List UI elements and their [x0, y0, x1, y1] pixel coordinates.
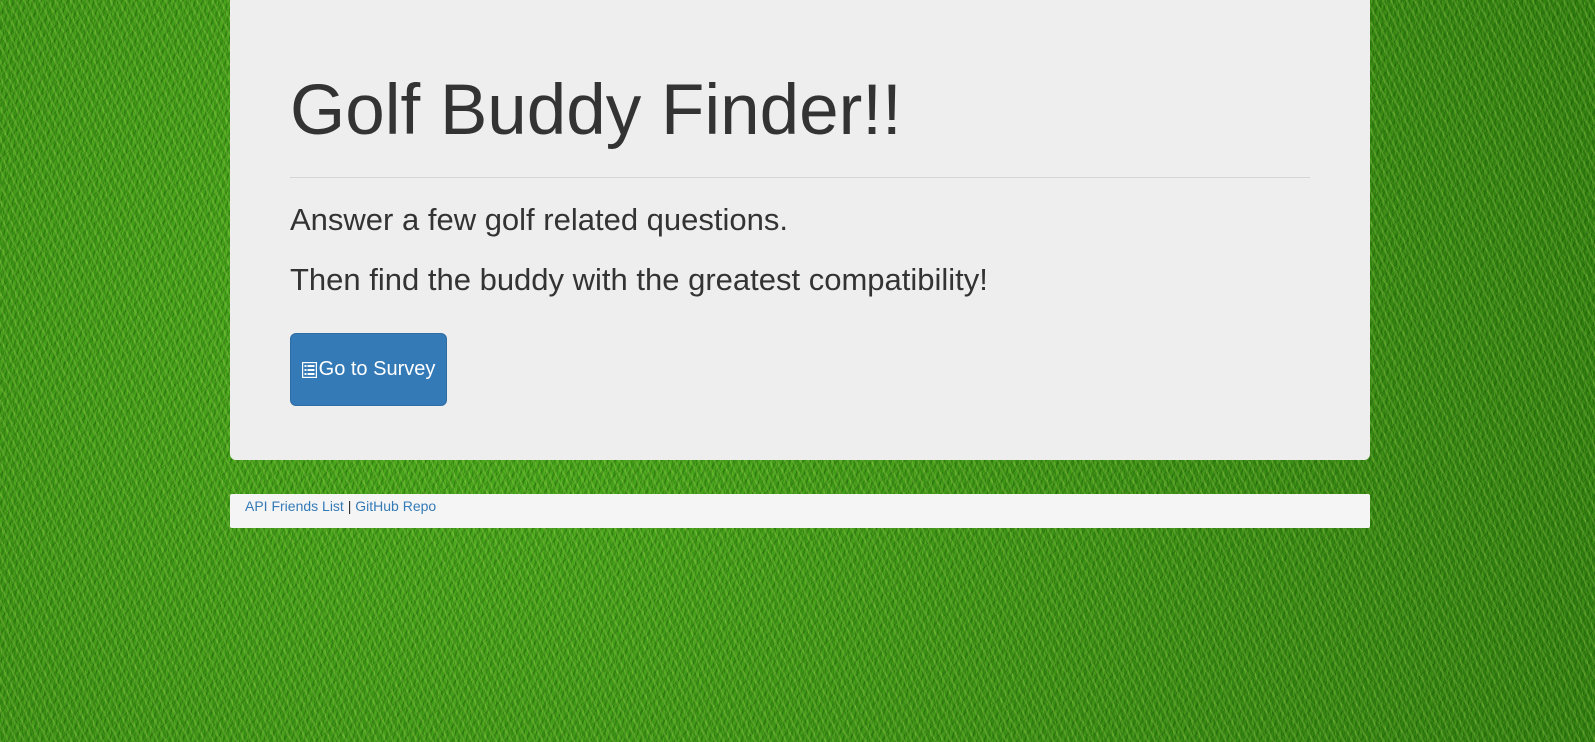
footer-separator: | — [347, 498, 352, 514]
footer: API Friends List | GitHub Repo — [230, 494, 1370, 528]
go-to-survey-label: Go to Survey — [318, 358, 436, 380]
lead-text-compatibility: Then find the buddy with the greatest co… — [290, 262, 988, 297]
api-friends-list-link[interactable]: API Friends List — [245, 498, 344, 514]
go-to-survey-button[interactable]: Go to Survey — [290, 333, 447, 406]
list-alt-icon — [301, 361, 317, 378]
divider — [290, 177, 1310, 178]
lead-text-instructions: Answer a few golf related questions. — [290, 202, 788, 237]
github-repo-link[interactable]: GitHub Repo — [355, 498, 436, 514]
page-title: Golf Buddy Finder!! — [290, 71, 902, 150]
jumbotron: Golf Buddy Finder!! Answer a few golf re… — [230, 0, 1370, 460]
